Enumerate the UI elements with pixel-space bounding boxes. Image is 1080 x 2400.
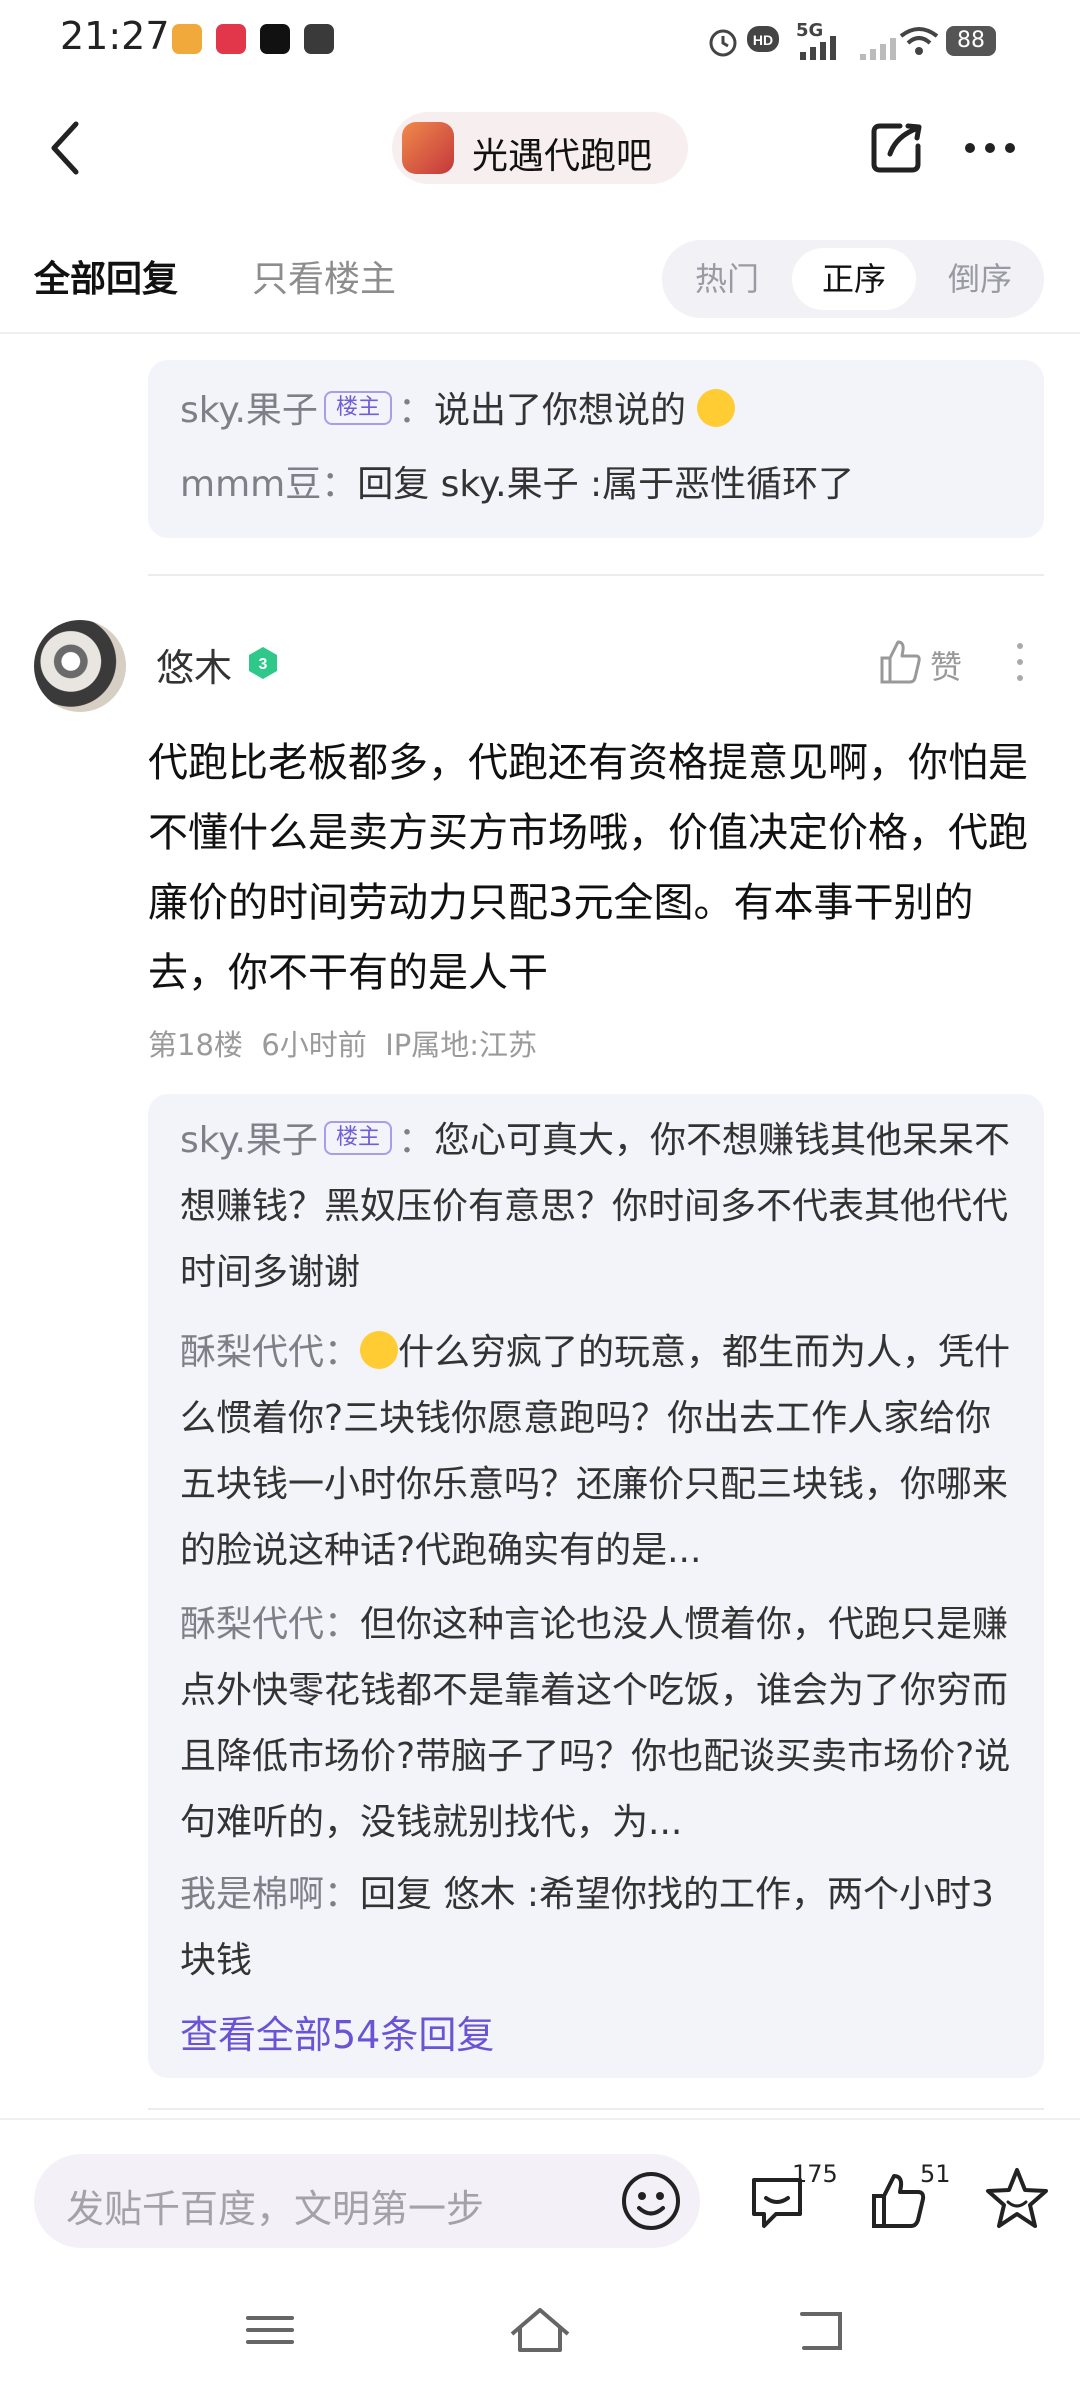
reply-author[interactable]: mmm豆 [180,464,321,505]
tab-divider [0,332,1080,334]
ip-location: IP属地:江苏 [385,1028,538,1062]
reply-author[interactable]: sky.果子 [180,390,318,431]
emoji-button[interactable] [620,2170,682,2232]
level-badge-icon: 3 [249,647,277,679]
op-tag: 楼主 [323,391,392,425]
forum-title: 光遇代跑吧 [472,136,653,177]
like-button[interactable]: 赞 [878,638,982,688]
reply-author[interactable]: 酥梨代代 [180,1604,324,1645]
reply-author[interactable]: 我是棉啊 [180,1874,324,1915]
compose-input[interactable]: 发贴千百度，文明第一步 [34,2154,700,2248]
avatar[interactable] [34,620,126,712]
svg-text:3: 3 [259,656,268,673]
tab-op-only[interactable]: 只看楼主 [252,250,396,302]
sort-toggle: 热门 正序 倒序 [662,240,1044,318]
post-meta: 第18楼 6小时前 IP属地:江苏 [148,1022,537,1064]
like-post-button[interactable]: 51 [868,2160,951,2234]
message-app-icon [304,24,334,54]
thinking-emoji-icon [360,1331,399,1369]
app-notification-icon [216,24,246,54]
bottom-bar-divider [0,2118,1080,2120]
hd-icon: HD [747,26,779,52]
battery-icon: 88 [946,26,996,56]
divider [148,2108,1044,2110]
sub-reply[interactable]: 我是棉啊：回复 悠木 :希望你找的工作，两个小时3块钱 [180,1862,1016,1994]
tiktok-icon [260,24,290,54]
reply-author[interactable]: 酥梨代代 [180,1332,324,1373]
comment-count: 175 [792,2160,838,2188]
sub-reply-box[interactable]: sky.果子 楼主 ：说出了你想说的 mmm豆：回复 sky.果子 :属于恶性循环了 [148,360,1044,538]
reply-author[interactable]: sky.果子 [180,1120,318,1161]
back-nav-icon[interactable] [782,2300,862,2360]
reply-text: 说出了你想说的 [433,390,686,431]
back-button[interactable] [44,118,88,178]
tab-all-replies[interactable]: 全部回复 [34,250,178,302]
post-body: 代跑比老板都多，代跑还有资格提意见啊，你怕是不懂什么是卖方买方市场哦，价值决定价… [148,740,1028,996]
sub-reply[interactable]: mmm豆：回复 sky.果子 :属于恶性循环了 [180,452,1016,518]
sort-reverse[interactable]: 倒序 [916,248,1044,310]
sub-reply[interactable]: 酥梨代代： 什么穷疯了的玩意，都生而为人，凭什么惯着你?三块钱你愿意跑吗？你出去工… [180,1320,1016,1584]
menu-nav-icon[interactable] [230,2300,310,2360]
sort-sequential[interactable]: 正序 [792,248,916,310]
favorite-star-button[interactable] [982,2164,1052,2234]
sub-reply[interactable]: sky.果子 楼主 ：您心可真大，你不想赚钱其他呆呆不想赚钱？黑奴压价有意思？你时间… [180,1108,1016,1306]
comment-button[interactable]: 175 [746,2160,838,2234]
post-more-icon[interactable] [1008,640,1032,684]
like-count: 51 [920,2160,951,2188]
like-label: 赞 [930,648,963,686]
share-button[interactable] [866,118,926,178]
status-bar: 21:27 HD 5G 88 [0,0,1080,80]
wifi-icon [899,27,939,55]
divider [148,574,1044,576]
more-options-button[interactable] [960,124,1020,172]
forum-title-pill[interactable]: 光遇代跑吧 [392,112,688,184]
sub-reply-box[interactable]: sky.果子 楼主 ：您心可真大，你不想赚钱其他呆呆不想赚钱？黑奴压价有意思？你时间… [148,1094,1044,2078]
svg-text:HD: HD [753,32,773,48]
compose-placeholder: 发贴千百度，文明第一步 [66,2187,485,2231]
alarm-icon [709,29,737,57]
floor-number: 第18楼 [148,1028,243,1062]
sort-hot[interactable]: 热门 [662,248,792,310]
status-time: 21:27 [60,14,170,58]
smile-emoji-icon [697,389,736,427]
app-notification-icon [172,24,202,54]
home-nav-icon[interactable] [500,2300,580,2360]
sub-reply[interactable]: 酥梨代代：但你这种言论也没人惯着你，代跑只是赚点外快零花钱都不是靠着这个吃饭，谁… [180,1592,1016,1856]
sub-reply[interactable]: sky.果子 楼主 ：说出了你想说的 [180,378,1016,444]
signal-weak-icon [860,38,896,60]
post-time: 6小时前 [261,1028,367,1062]
post-author[interactable]: 悠木 [156,637,232,692]
forum-avatar [402,122,454,174]
signal-icon [800,36,836,60]
reply-text: 回复 sky.果子 :属于恶性循环了 [357,464,855,505]
op-tag: 楼主 [323,1121,392,1155]
thumbs-up-icon [880,640,921,684]
view-all-replies-link[interactable]: 查看全部54条回复 [180,2004,494,2059]
